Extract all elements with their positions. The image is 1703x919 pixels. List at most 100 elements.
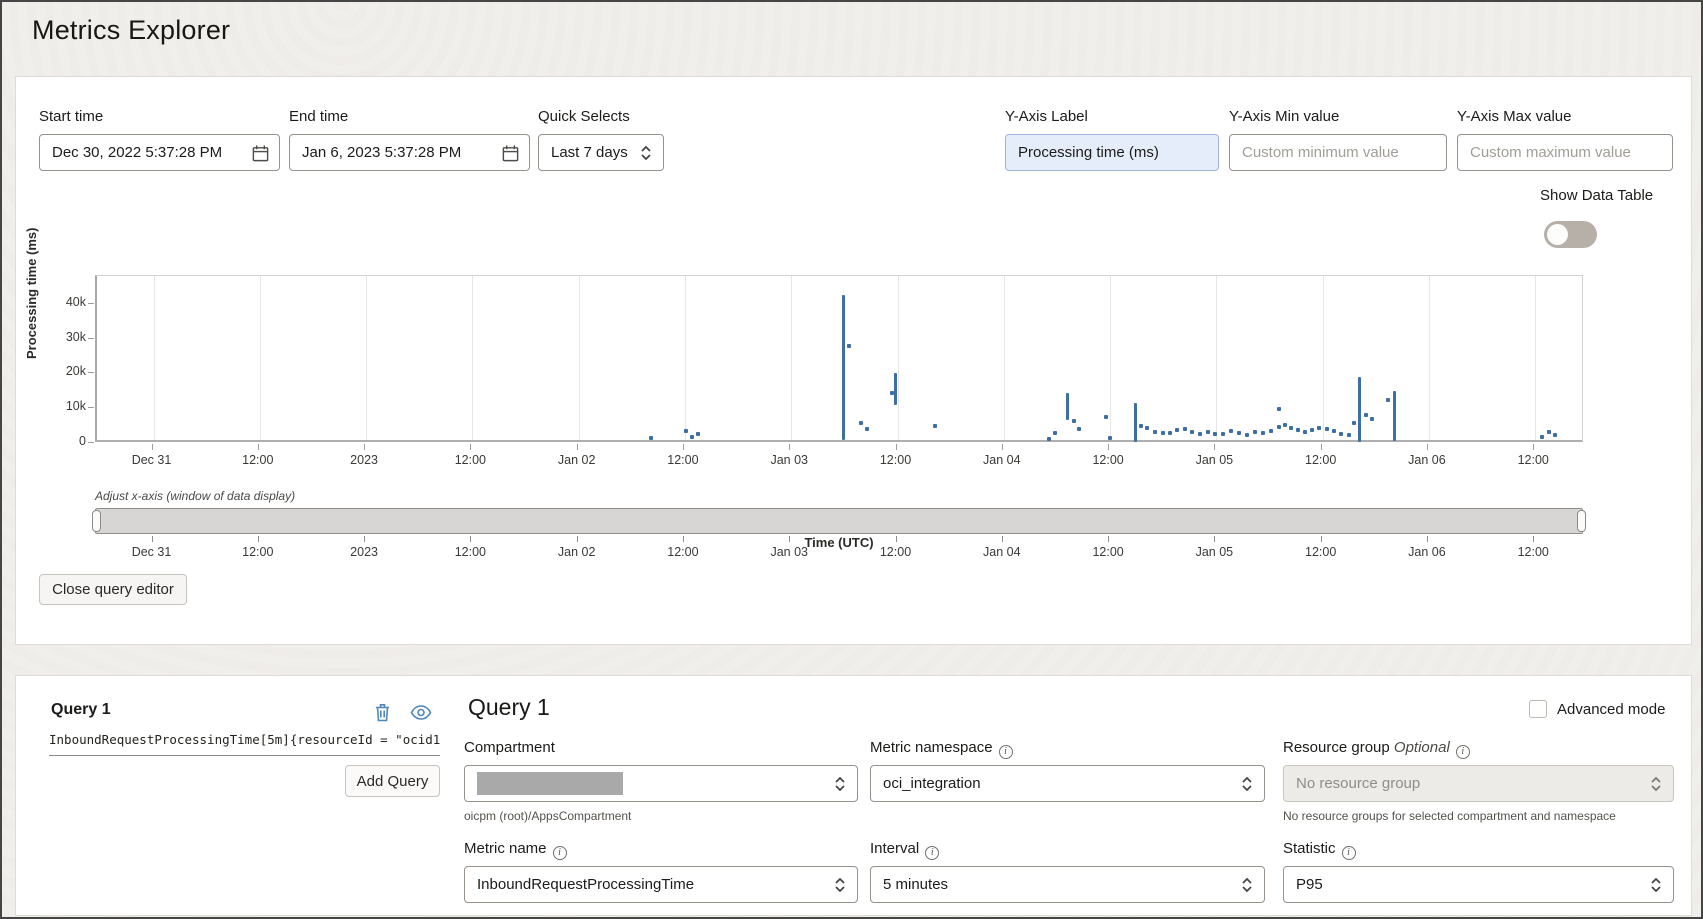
- data-point: [1282, 422, 1287, 427]
- x-tick-label: 12:00: [879, 453, 912, 467]
- calendar-icon[interactable]: [251, 144, 270, 163]
- gridline: [1535, 276, 1537, 440]
- delete-query-icon[interactable]: [373, 702, 392, 723]
- compartment-helper: oicpm (root)/AppsCompartment: [464, 809, 632, 823]
- data-point: [859, 421, 864, 426]
- quick-selects-label: Quick Selects: [538, 108, 630, 125]
- data-point: [1103, 414, 1108, 419]
- statistic-select[interactable]: P95: [1283, 866, 1674, 903]
- metric-namespace-select[interactable]: oci_integration: [870, 765, 1265, 802]
- data-point: [1197, 431, 1202, 436]
- x-tick-mark: [1533, 444, 1535, 450]
- slider-tick-mark: [151, 536, 153, 542]
- query-editor-title: Query 1: [468, 694, 550, 720]
- x-tick-label: Jan 02: [557, 453, 596, 467]
- gridline: [1216, 276, 1218, 440]
- y-tick-label: 20k: [65, 364, 86, 379]
- end-time-input[interactable]: [290, 135, 529, 170]
- interval-select[interactable]: 5 minutes: [870, 866, 1265, 903]
- data-point: [1260, 431, 1265, 436]
- slider-tick-label: 12:00: [1092, 545, 1124, 559]
- info-icon[interactable]: i: [998, 744, 1013, 759]
- y-axis-min-input[interactable]: [1230, 135, 1446, 170]
- advanced-mode-checkbox[interactable]: [1529, 700, 1547, 718]
- start-time-input[interactable]: [40, 135, 279, 170]
- add-query-button[interactable]: Add Query: [345, 765, 440, 797]
- y-tick-mark: [88, 442, 94, 443]
- advanced-mode-label: Advanced mode: [1557, 700, 1666, 718]
- gridline: [259, 276, 261, 440]
- x-tick-mark: [470, 444, 472, 450]
- slider-tick-label: 12:00: [454, 545, 486, 559]
- x-tick-label: Jan 05: [1195, 453, 1234, 467]
- data-point: [1288, 425, 1293, 430]
- query-expression[interactable]: InboundRequestProcessingTime[5m]{resourc…: [49, 732, 441, 747]
- x-tick-mark: [1001, 444, 1003, 450]
- metric-name-select[interactable]: InboundRequestProcessingTime: [464, 866, 858, 903]
- metric-name-value: InboundRequestProcessingTime: [477, 876, 695, 893]
- data-point: [1552, 432, 1557, 437]
- compartment-select[interactable]: [464, 765, 858, 802]
- data-point: [1332, 429, 1337, 434]
- slider-handle-left[interactable]: [92, 510, 101, 532]
- x-tick-mark: [1214, 444, 1216, 450]
- y-axis-min-label: Y-Axis Min value: [1229, 108, 1340, 125]
- info-icon[interactable]: i: [925, 845, 940, 860]
- x-axis-window-slider[interactable]: [92, 508, 1586, 534]
- slider-handle-right[interactable]: [1577, 510, 1586, 532]
- x-tick-mark: [789, 444, 791, 450]
- close-query-editor-button[interactable]: Close query editor: [39, 574, 187, 605]
- info-icon[interactable]: i: [552, 845, 567, 860]
- data-point: [1325, 427, 1330, 432]
- slider-tick-label: Jan 03: [770, 545, 808, 559]
- x-tick-mark: [257, 444, 259, 450]
- statistic-value: P95: [1296, 876, 1323, 893]
- y-axis-label-input[interactable]: [1006, 135, 1218, 170]
- x-tick-label: 12:00: [242, 453, 274, 467]
- x-tick-mark: [1426, 444, 1428, 450]
- data-point: [1546, 429, 1551, 434]
- show-data-table-label: Show Data Table: [1540, 187, 1654, 204]
- slider-tick-label: 12:00: [1305, 545, 1337, 559]
- data-point: [864, 427, 869, 432]
- slider-tick-label: 12:00: [1517, 545, 1549, 559]
- data-point: [1220, 432, 1225, 437]
- calendar-icon[interactable]: [501, 144, 520, 163]
- interval-value: 5 minutes: [883, 876, 949, 893]
- data-point: [1369, 416, 1374, 421]
- chevron-updown-icon: [835, 877, 845, 893]
- quick-selects-select[interactable]: Last 7 days: [538, 134, 664, 171]
- data-point: [1108, 435, 1113, 440]
- x-tick-mark: [682, 444, 684, 450]
- y-axis-max-label: Y-Axis Max value: [1457, 108, 1572, 125]
- data-point: [1205, 430, 1210, 435]
- gridline: [1322, 276, 1324, 440]
- slider-tick-mark: [1001, 536, 1003, 542]
- y-axis-max-input[interactable]: [1458, 135, 1672, 170]
- info-icon[interactable]: i: [1341, 845, 1356, 860]
- show-data-table-toggle[interactable]: [1544, 221, 1597, 248]
- y-axis-label-label: Y-Axis Label: [1005, 108, 1088, 125]
- data-point: [1276, 424, 1281, 429]
- advanced-mode-control[interactable]: Advanced mode: [1529, 700, 1665, 718]
- gridline: [153, 276, 155, 440]
- page-title: Metrics Explorer: [32, 15, 231, 45]
- slider-tick-mark: [257, 536, 259, 542]
- slider-tick-label: 12:00: [667, 545, 699, 559]
- info-icon[interactable]: i: [1455, 744, 1470, 759]
- query-panel: Query 1 InboundRequestProcessingTime[5m]…: [15, 675, 1692, 916]
- statistic-label: Statistic i: [1283, 840, 1356, 860]
- slider-tick-mark: [1533, 536, 1535, 542]
- slider-tick-label: 12:00: [242, 545, 274, 559]
- data-point: [1244, 432, 1249, 437]
- data-point: [1228, 429, 1233, 434]
- interval-label: Interval i: [870, 840, 940, 860]
- x-tick-label: 12:00: [1092, 453, 1124, 467]
- data-point: [1212, 431, 1217, 436]
- data-point: [1351, 420, 1356, 425]
- slider-tick-label: Jan 05: [1195, 545, 1234, 559]
- show-query-icon[interactable]: [410, 702, 432, 723]
- metric-name-label: Metric name i: [464, 840, 567, 860]
- chevron-updown-icon: [1242, 877, 1252, 893]
- data-point: [1053, 430, 1058, 435]
